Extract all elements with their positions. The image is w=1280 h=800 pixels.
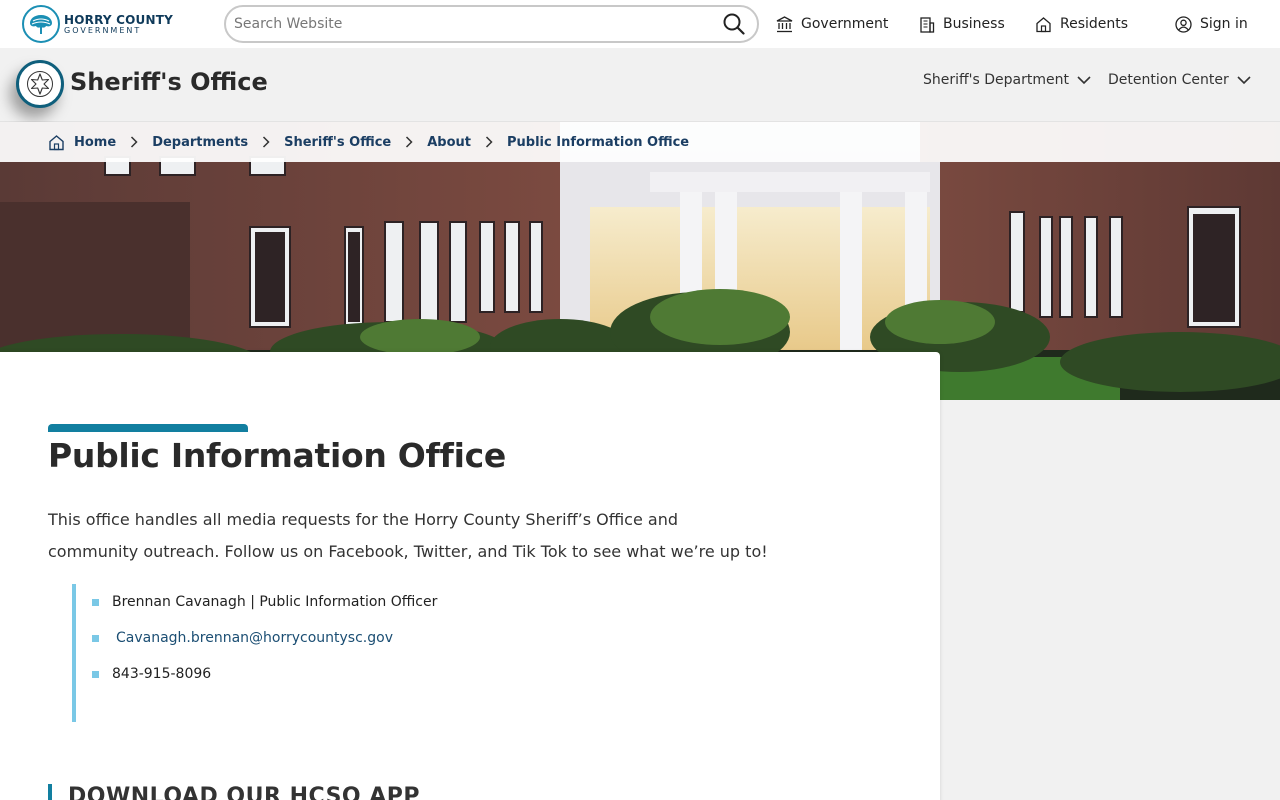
main-content-card: Public Information Office This office ha… — [0, 352, 940, 800]
page-title: Public Information Office — [48, 436, 506, 475]
chevron-right-icon — [485, 136, 493, 148]
chevron-right-icon — [405, 136, 413, 148]
bullet-icon — [92, 598, 99, 606]
top-header: HORRY COUNTY GOVERNMENT Government Busin… — [0, 0, 1280, 48]
bullet-icon — [92, 634, 99, 642]
county-logo[interactable]: HORRY COUNTY GOVERNMENT — [22, 5, 173, 43]
nav-business-label: Business — [943, 16, 1005, 32]
logo-title: HORRY COUNTY — [64, 12, 174, 27]
department-title[interactable]: Sheriff's Office — [70, 68, 268, 96]
menu-sheriffs-department[interactable]: Sheriff's Department — [923, 72, 1091, 88]
sign-in-button[interactable]: Sign in — [1175, 0, 1248, 48]
nav-government[interactable]: Government — [776, 0, 888, 48]
tree-logo-icon — [22, 5, 60, 43]
breadcrumb-sheriffs-office[interactable]: Sheriff's Office — [284, 135, 391, 150]
home-icon — [1036, 16, 1051, 32]
app-download-heading: DOWNLOAD OUR HCSO APP — [48, 784, 420, 800]
list-item: Cavanagh.brennan@horrycountysc.gov — [92, 620, 437, 656]
intro-paragraph: This office handles all media requests f… — [48, 510, 768, 561]
nav-business[interactable]: Business — [919, 0, 1005, 48]
contact-name: Brennan Cavanagh | Public Information Of… — [112, 594, 438, 610]
office-building-icon — [920, 16, 935, 33]
chevron-right-icon — [262, 136, 270, 148]
list-item: Brennan Cavanagh | Public Information Of… — [92, 584, 437, 620]
sign-in-label: Sign in — [1200, 16, 1248, 32]
department-header: Sheriff's Office Sheriff's Department De… — [0, 48, 1280, 122]
contact-list: Brennan Cavanagh | Public Information Of… — [72, 584, 437, 722]
search-input[interactable] — [234, 16, 721, 32]
government-building-icon — [776, 15, 793, 32]
contact-email-link[interactable]: Cavanagh.brennan@horrycountysc.gov — [116, 630, 393, 646]
list-item: 843-915-8096 — [92, 656, 437, 692]
contact-phone: 843-915-8096 — [112, 666, 212, 682]
logo-subtitle: GOVERNMENT — [64, 25, 142, 35]
sheriff-star-icon[interactable] — [16, 60, 64, 108]
menu-sheriffs-department-label: Sheriff's Department — [923, 72, 1069, 88]
chevron-right-icon — [130, 136, 138, 148]
breadcrumb-about[interactable]: About — [427, 135, 471, 150]
home-icon[interactable] — [48, 134, 65, 151]
nav-residents-label: Residents — [1060, 16, 1129, 32]
chevron-down-icon — [1237, 75, 1251, 84]
menu-detention-center[interactable]: Detention Center — [1108, 72, 1251, 88]
breadcrumb-departments[interactable]: Departments — [152, 135, 248, 150]
bullet-icon — [92, 670, 99, 678]
user-circle-icon — [1175, 15, 1192, 33]
title-accent-bar — [48, 424, 248, 432]
nav-residents[interactable]: Residents — [1035, 0, 1128, 48]
search-icon[interactable] — [721, 11, 747, 37]
menu-detention-center-label: Detention Center — [1108, 72, 1229, 88]
chevron-down-icon — [1077, 75, 1091, 84]
breadcrumb-current-page[interactable]: Public Information Office — [507, 135, 689, 150]
nav-government-label: Government — [801, 16, 889, 32]
breadcrumb: Home Departments Sheriff's Office About … — [0, 122, 1280, 162]
breadcrumb-home[interactable]: Home — [74, 135, 116, 150]
search-box — [224, 5, 759, 43]
